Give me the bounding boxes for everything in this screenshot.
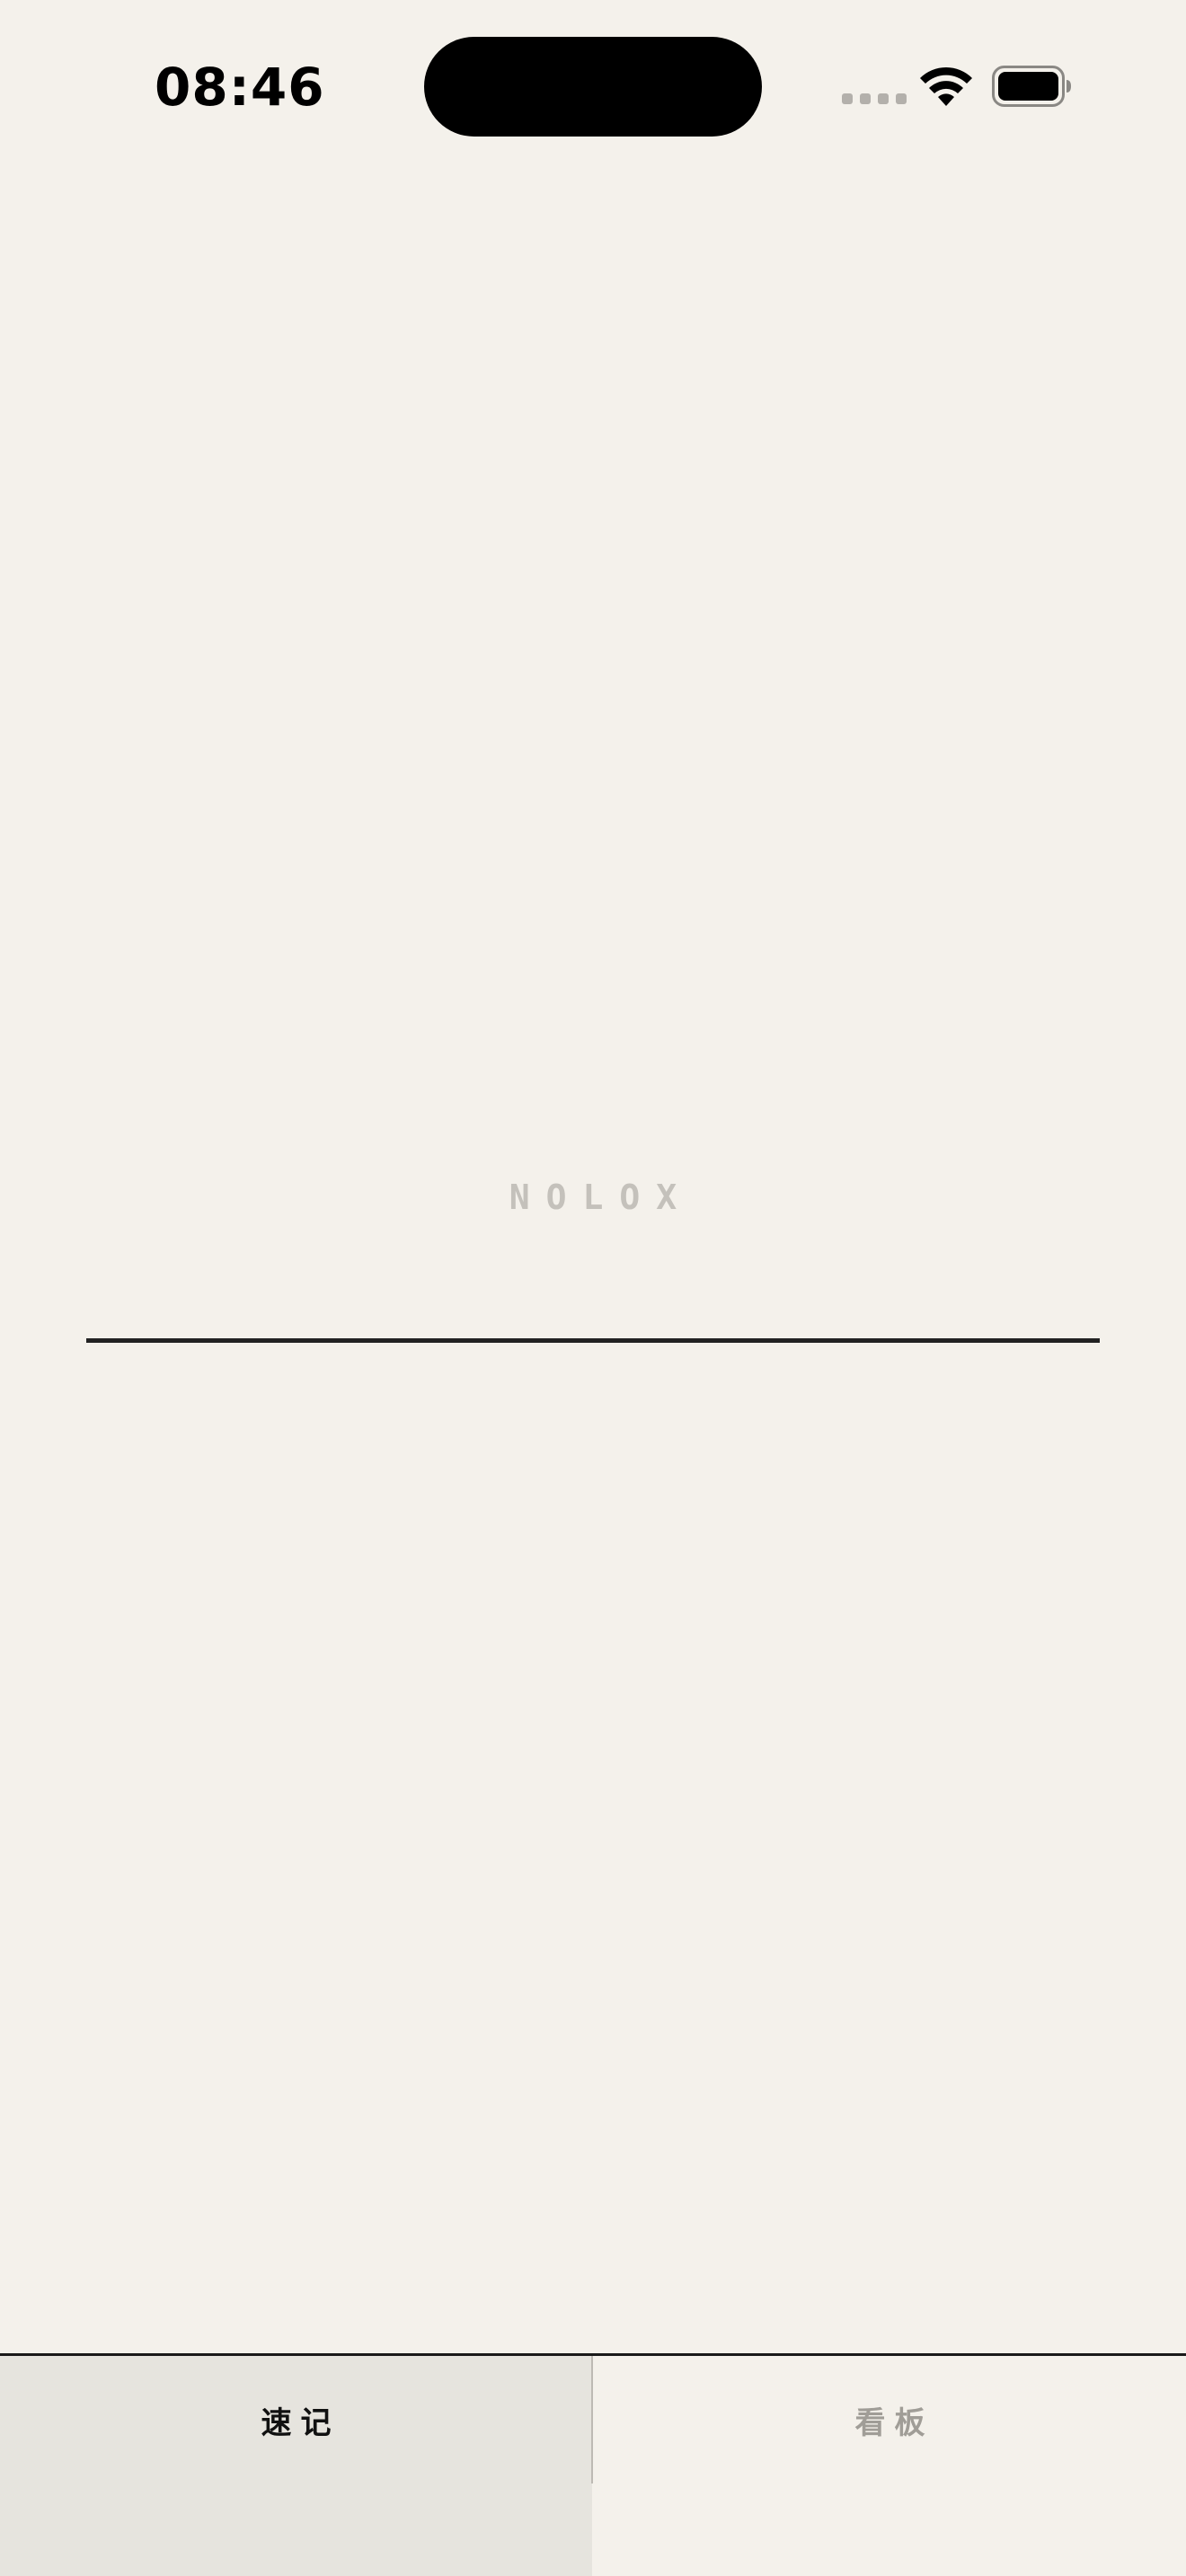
tab-divider — [591, 2356, 593, 2483]
status-time: 08:46 — [155, 57, 325, 118]
app-screen: 08:46 NOLOX 速记 看板 — [0, 0, 1186, 2576]
quick-note-input-line[interactable] — [86, 1338, 1100, 1343]
cellular-signal-icon — [842, 93, 907, 104]
brand-logo-text: NOLOX — [509, 1178, 694, 1217]
dynamic-island — [424, 37, 762, 137]
tab-label: 速记 — [261, 2405, 341, 2441]
tab-label: 看板 — [854, 2405, 934, 2441]
tab-quick-note[interactable]: 速记 — [0, 2356, 592, 2576]
wifi-icon — [920, 66, 972, 106]
battery-icon — [992, 66, 1071, 107]
tab-bar: 速记 看板 — [0, 2353, 1186, 2576]
tab-board[interactable]: 看板 — [594, 2356, 1186, 2576]
